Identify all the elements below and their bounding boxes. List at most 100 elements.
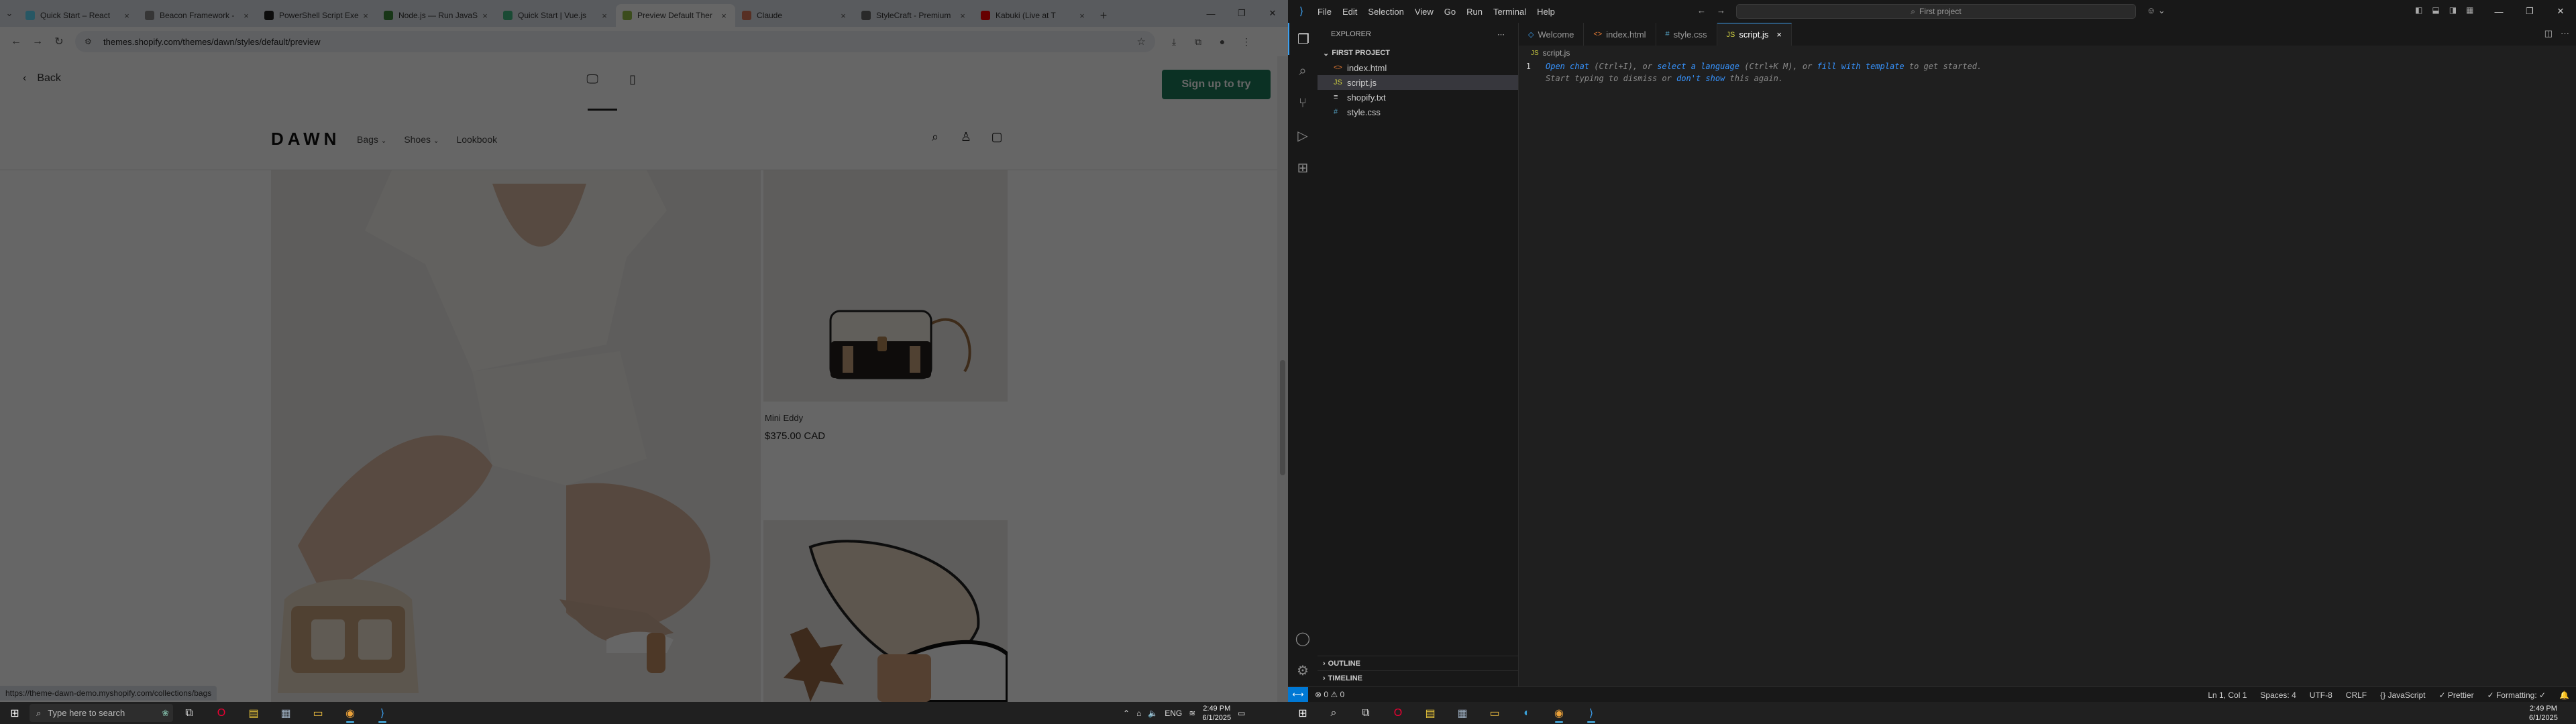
editor-tab[interactable]: JS script.js ×	[1717, 23, 1792, 46]
browser-tab[interactable]: StyleCraft - Premium ×	[855, 4, 974, 27]
restore-button[interactable]: ❐	[1226, 0, 1257, 27]
close-tab-icon[interactable]: ×	[958, 11, 967, 21]
restore-button[interactable]: ❐	[2514, 0, 2545, 23]
file-item[interactable]: <> index.html	[1318, 60, 1518, 75]
notification-icon[interactable]: ▭	[1238, 709, 1245, 718]
vscode-app-icon[interactable]: ⟩	[1575, 702, 1607, 724]
menu-item-go[interactable]: Go	[1444, 7, 1456, 17]
clock-left[interactable]: 2:49 PM 6/1/2025	[1202, 704, 1231, 723]
more-actions-icon[interactable]: ⋯	[2561, 28, 2569, 39]
address-bar[interactable]: ⚙ themes.shopify.com/themes/dawn/styles/…	[75, 31, 1155, 52]
copilot-icon[interactable]: ☺ ⌄	[2147, 5, 2165, 16]
customize-layout-icon[interactable]: ▦	[2466, 5, 2473, 15]
encoding[interactable]: UTF-8	[2310, 690, 2332, 700]
notes-app-icon[interactable]: ▤	[1414, 702, 1446, 724]
opera-app-icon[interactable]: O	[1382, 702, 1414, 724]
file-explorer-icon[interactable]: ▭	[302, 702, 334, 724]
toggle-sidebar-icon[interactable]: ◧	[2415, 5, 2422, 15]
breadcrumb-file[interactable]: script.js	[1543, 48, 1570, 58]
chrome-menu-icon[interactable]: ⋮	[1236, 31, 1257, 52]
product-card-image[interactable]	[763, 170, 1008, 402]
timeline-section[interactable]: › TIMELINE	[1318, 670, 1519, 685]
close-tab-icon[interactable]: ×	[839, 11, 848, 21]
product-card-image-2[interactable]	[763, 520, 1008, 702]
line-ending[interactable]: CRLF	[2346, 690, 2367, 700]
outline-section[interactable]: › OUTLINE	[1318, 656, 1519, 670]
minimize-button[interactable]: —	[2483, 0, 2514, 23]
network-icon[interactable]: ⌂	[1136, 709, 1141, 718]
arrow-left-icon[interactable]: ←	[1697, 5, 1706, 15]
extensions-icon[interactable]: ⧉	[1187, 31, 1209, 52]
menu-item-terminal[interactable]: Terminal	[1493, 7, 1526, 17]
notifications-bell-icon[interactable]: 🔔	[2559, 690, 2569, 700]
menu-item-run[interactable]: Run	[1466, 7, 1483, 17]
open-chat-link[interactable]: Open chat	[1546, 62, 1589, 71]
sign-up-button[interactable]: Sign up to try	[1162, 70, 1271, 99]
browser-tab[interactable]: Kabuki (Live at T ×	[974, 4, 1093, 27]
calculator-app-icon[interactable]: ▦	[270, 702, 302, 724]
close-tab-icon[interactable]: ×	[241, 11, 251, 21]
menu-item-help[interactable]: Help	[1537, 7, 1555, 17]
close-window-button[interactable]: ✕	[1257, 0, 1288, 27]
menu-item-view[interactable]: View	[1415, 7, 1434, 17]
close-window-button[interactable]: ✕	[2545, 0, 2576, 23]
formatting-status[interactable]: ✓ Formatting: ✓	[2487, 690, 2546, 700]
project-folder[interactable]: ⌄ FIRST PROJECT	[1318, 46, 1518, 60]
bookmark-star-icon[interactable]: ☆	[1137, 36, 1146, 48]
search-icon[interactable]: ⌕	[1288, 55, 1318, 87]
nav-item-lookbook[interactable]: Lookbook	[456, 134, 497, 145]
explorer-icon[interactable]: ❐	[1288, 23, 1318, 55]
chevron-up-icon[interactable]: ⌃	[1123, 709, 1130, 718]
start-windows-icon[interactable]: ⊞	[1288, 702, 1318, 724]
menu-item-edit[interactable]: Edit	[1342, 7, 1357, 17]
file-item[interactable]: JS script.js	[1318, 75, 1518, 90]
split-editor-icon[interactable]: ◫	[2544, 28, 2553, 39]
task-view-icon[interactable]: ⧉	[173, 702, 205, 724]
wifi-icon[interactable]: ≋	[1189, 709, 1195, 718]
hero-image[interactable]	[271, 170, 761, 702]
extensions-icon[interactable]: ⊞	[1288, 152, 1318, 184]
command-center-search[interactable]: ⌕ First project	[1736, 4, 2136, 19]
language-indicator[interactable]: ENG	[1165, 709, 1182, 718]
toggle-secondary-sidebar-icon[interactable]: ◨	[2449, 5, 2457, 15]
browser-tab[interactable]: Quick Start – React ×	[19, 4, 138, 27]
prettier-status[interactable]: ✓ Prettier	[2439, 690, 2474, 700]
chrome-app-icon[interactable]: ◉	[334, 702, 366, 724]
volume-icon[interactable]: 🔈	[1148, 709, 1158, 718]
account-icon[interactable]: ◯	[1288, 622, 1318, 654]
language-mode[interactable]: {} JavaScript	[2380, 690, 2425, 700]
clock-right[interactable]: 2:49 PM 6/1/2025	[2529, 704, 2558, 723]
editor-tab[interactable]: ◇ Welcome	[1519, 23, 1585, 46]
cart-icon[interactable]: ▢	[990, 130, 1004, 146]
editor-tab[interactable]: # style.css	[1656, 23, 1717, 46]
close-tab-icon[interactable]: ×	[600, 11, 609, 21]
back-nav-button[interactable]: ←	[5, 31, 27, 52]
close-tab-icon[interactable]: ×	[1077, 11, 1087, 21]
file-item[interactable]: # style.css	[1318, 105, 1518, 119]
close-tab-icon[interactable]: ×	[361, 11, 370, 21]
desktop-icon[interactable]: 🖵	[585, 72, 600, 86]
close-tab-icon[interactable]: ×	[480, 11, 490, 21]
cursor-position[interactable]: Ln 1, Col 1	[2208, 690, 2247, 700]
tab-search-button[interactable]: ⌄	[0, 0, 19, 27]
code-line[interactable]: 1 Open chat (Ctrl+I), or select a langua…	[1519, 60, 2576, 72]
menu-item-selection[interactable]: Selection	[1368, 7, 1403, 17]
site-info-icon[interactable]: ⚙	[85, 37, 97, 46]
downloads-icon[interactable]: ⤓	[1163, 31, 1185, 52]
dont-show-link[interactable]: don't show	[1676, 74, 1725, 83]
search-icon[interactable]: ⌕	[928, 130, 942, 146]
chrome-app-icon[interactable]: ◉	[1543, 702, 1575, 724]
menu-item-file[interactable]: File	[1318, 7, 1332, 17]
task-view-icon[interactable]: ⧉	[1350, 702, 1382, 724]
browser-tab[interactable]: Preview Default Ther ×	[616, 4, 735, 27]
product-title[interactable]: Mini Eddy	[765, 413, 803, 423]
run-debug-icon[interactable]: ▷	[1288, 119, 1318, 152]
arrow-right-icon[interactable]: →	[1717, 5, 1725, 15]
new-tab-button[interactable]: +	[1093, 4, 1114, 27]
source-control-icon[interactable]: ⑂	[1288, 87, 1318, 119]
start-windows-icon[interactable]: ⊞	[0, 702, 30, 724]
file-explorer-icon[interactable]: ▭	[1479, 702, 1511, 724]
close-tab-icon[interactable]: ×	[122, 11, 131, 21]
back-link[interactable]: ‹ Back	[23, 72, 61, 84]
page-scrollbar[interactable]	[1277, 56, 1288, 702]
